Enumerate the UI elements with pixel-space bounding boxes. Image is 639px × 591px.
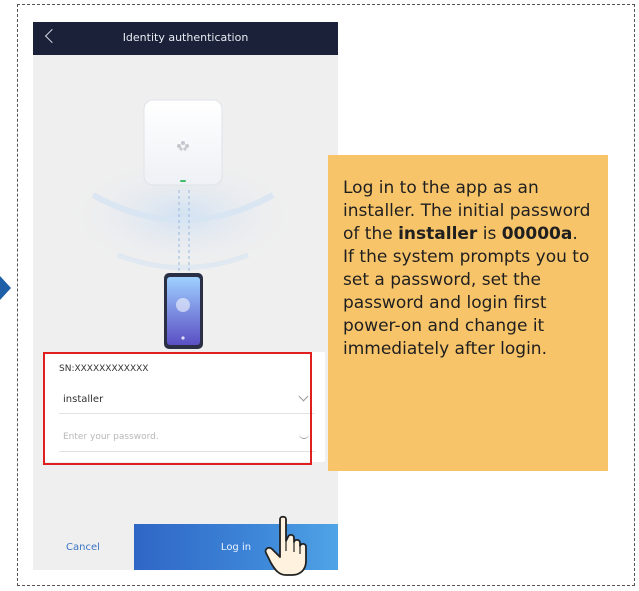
app-header: Identity authentication bbox=[33, 22, 338, 55]
phone-screen: Identity authentication SN:XXXXXXXXXXXX … bbox=[33, 22, 338, 570]
instruction-note: Log in to the app as an installer. The i… bbox=[328, 155, 608, 471]
note-bold-password: 00000a bbox=[501, 224, 573, 244]
smartphone-icon bbox=[164, 273, 203, 349]
pointing-hand-icon bbox=[264, 515, 307, 576]
note-text-3: . If the system prompts you to set a pas… bbox=[343, 224, 590, 359]
pointer-arrow-icon bbox=[0, 276, 11, 300]
highlight-box bbox=[43, 352, 312, 465]
cancel-button[interactable]: Cancel bbox=[33, 524, 133, 570]
page-title: Identity authentication bbox=[122, 31, 249, 44]
note-bold-user: installer bbox=[398, 224, 478, 244]
device-illustration bbox=[63, 99, 303, 349]
access-point-icon bbox=[143, 99, 223, 186]
note-text-2: is bbox=[477, 224, 502, 244]
